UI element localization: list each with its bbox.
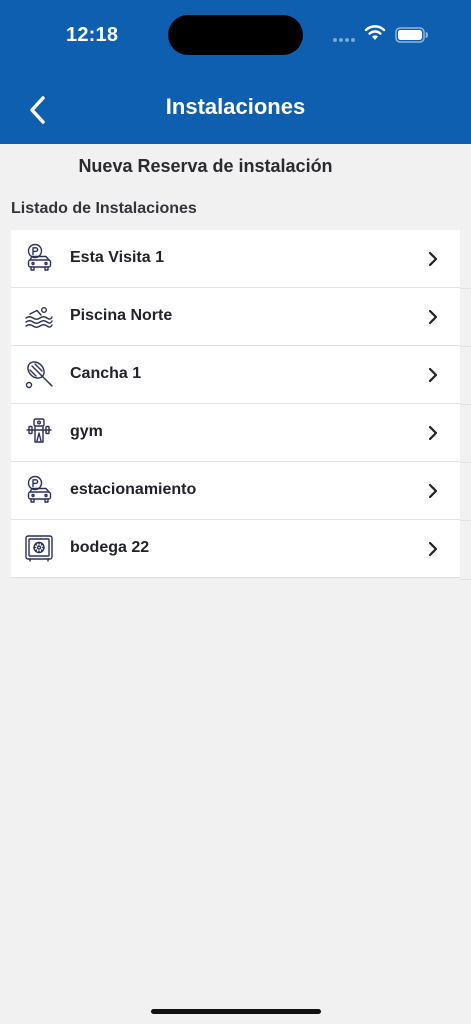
facility-row[interactable]: estacionamiento (11, 462, 460, 520)
divider (460, 462, 471, 463)
divider (460, 520, 471, 521)
divider (460, 404, 471, 405)
dumbbell-icon (26, 418, 52, 443)
chevron-right-icon (428, 367, 438, 383)
top-app-bar: 12:18 Instalaciones (0, 0, 471, 144)
facility-row[interactable]: bodega 22 (11, 520, 460, 578)
facility-label: gym (70, 423, 103, 440)
cellular-signal-icon (333, 38, 357, 44)
parking-car-icon (27, 243, 52, 271)
section-title: Listado de Instalaciones (11, 200, 197, 217)
facility-row[interactable]: Cancha 1 (11, 346, 460, 404)
facility-row[interactable]: Piscina Norte (11, 288, 460, 346)
chevron-right-icon (428, 483, 438, 499)
chevron-right-icon (428, 425, 438, 441)
facility-label: estacionamiento (70, 481, 197, 498)
facility-row[interactable]: Esta Visita 1 (11, 230, 460, 288)
facility-label: bodega 22 (70, 539, 150, 556)
divider (460, 346, 471, 347)
new-reservation-button[interactable]: Nueva Reserva de instalación (0, 156, 411, 177)
chevron-right-icon (428, 541, 438, 557)
divider (460, 579, 471, 580)
divider (460, 288, 471, 289)
chevron-right-icon (428, 251, 438, 267)
parking-car-icon (27, 475, 52, 503)
status-time: 12:18 (66, 24, 119, 46)
swimming-icon (25, 306, 53, 328)
dynamic-island (168, 15, 303, 55)
tennis-racket-icon (25, 361, 53, 389)
facility-label: Piscina Norte (70, 307, 173, 324)
facility-list: Esta Visita 1 Piscina Norte Cancha 1 gym… (11, 230, 460, 578)
page-title: Instalaciones (165, 94, 306, 119)
wifi-icon (364, 25, 386, 40)
chevron-right-icon (428, 309, 438, 325)
facility-label: Esta Visita 1 (70, 249, 164, 266)
facility-label: Cancha 1 (70, 365, 142, 382)
home-indicator[interactable] (151, 1009, 321, 1014)
safe-icon (25, 535, 53, 562)
facility-row[interactable]: gym (11, 404, 460, 462)
battery-icon (395, 27, 428, 43)
